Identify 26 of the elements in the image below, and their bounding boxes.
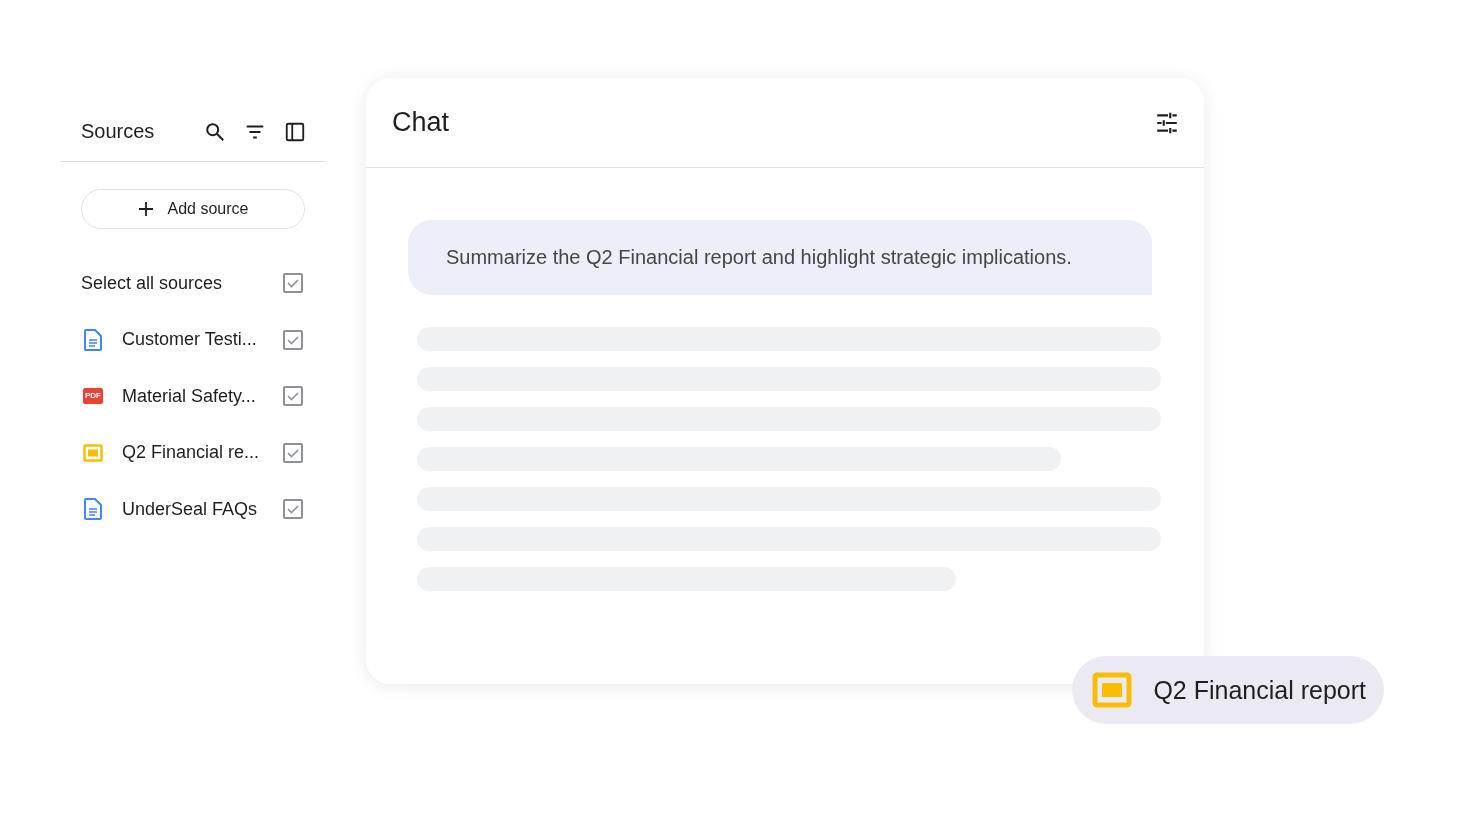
document-icon [84, 498, 102, 521]
checkbox[interactable] [283, 499, 303, 520]
select-all-label: Select all sources [81, 272, 224, 294]
add-source-button[interactable]: Add source [81, 189, 305, 229]
check-icon [286, 389, 300, 404]
checkbox[interactable] [283, 273, 303, 294]
checkbox[interactable] [283, 329, 303, 350]
pdf-icon: PDF [83, 388, 103, 405]
source-name[interactable]: Q2 Financial re... [122, 442, 283, 464]
checkbox[interactable] [283, 386, 303, 407]
user-message: Summarize the Q2 Financial report and highlight strategic implications. [408, 220, 1152, 295]
search-icon[interactable] [204, 120, 226, 143]
check-icon [286, 502, 300, 517]
panel-title: Sources [81, 120, 156, 143]
side-panel-icon[interactable] [284, 120, 306, 143]
check-icon [286, 276, 300, 291]
source-name[interactable]: Material Safety... [122, 385, 283, 407]
plus-icon [137, 201, 154, 217]
source-name[interactable]: UnderSeal FAQs [122, 498, 283, 520]
slides-icon [1092, 670, 1133, 710]
checkbox[interactable] [283, 442, 303, 463]
document-icon [84, 328, 102, 351]
chat-title: Chat [392, 107, 451, 138]
slides-icon [83, 442, 103, 463]
chip-label: Q2 Financial report [1153, 675, 1366, 705]
source-name[interactable]: Customer Testi... [122, 329, 283, 351]
